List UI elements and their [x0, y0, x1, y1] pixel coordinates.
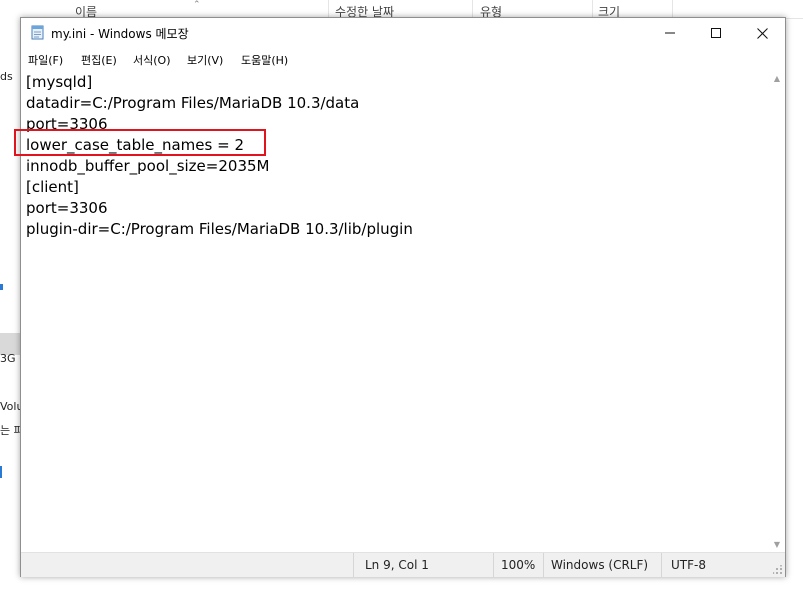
nav-marker	[0, 284, 3, 290]
status-separator	[543, 553, 544, 577]
close-icon	[756, 27, 768, 39]
status-cursor-position: Ln 9, Col 1	[365, 558, 429, 572]
column-separator	[592, 0, 593, 18]
column-separator	[672, 0, 673, 18]
maximize-button[interactable]	[693, 18, 739, 48]
notepad-icon	[31, 25, 44, 40]
status-separator	[493, 553, 494, 577]
text-line: [mysqld]	[26, 73, 93, 91]
window-title: my.ini - Windows 메모장	[51, 27, 189, 41]
text-line: plugin-dir=C:/Program Files/MariaDB 10.3…	[26, 220, 413, 238]
minimize-button[interactable]	[647, 18, 693, 48]
nav-item[interactable]: 3G (F	[0, 352, 20, 365]
text-line: [client]	[26, 178, 79, 196]
minimize-icon	[665, 32, 675, 34]
scroll-down-icon[interactable]: ▼	[769, 536, 785, 552]
nav-item[interactable]: 는 파	[0, 422, 20, 438]
text-line: innodb_buffer_pool_size=2035M	[26, 157, 270, 175]
text-line: port=3306	[26, 199, 108, 217]
menu-view[interactable]: 보기(V)	[187, 52, 223, 68]
navigation-pane: ds 3G (F Volur 는 파	[0, 18, 20, 578]
status-encoding: UTF-8	[671, 558, 706, 572]
notepad-window: my.ini - Windows 메모장 파일(F) 편집(E) 서식(O) 보…	[14, 17, 786, 577]
sort-up-icon: ⌃	[193, 0, 201, 10]
column-separator	[472, 0, 473, 18]
menu-edit[interactable]: 편집(E)	[81, 52, 117, 68]
menu-bar: 파일(F) 편집(E) 서식(O) 보기(V) 도움말(H)	[21, 48, 785, 70]
menu-help[interactable]: 도움말(H)	[241, 52, 288, 68]
nav-item[interactable]: ds	[0, 70, 13, 83]
status-bar: Ln 9, Col 1 100% Windows (CRLF) UTF-8	[21, 552, 785, 577]
column-separator	[328, 0, 329, 18]
highlight-box	[14, 129, 266, 156]
close-button[interactable]	[739, 18, 785, 48]
text-line: datadir=C:/Program Files/MariaDB 10.3/da…	[26, 94, 360, 112]
status-separator	[353, 553, 354, 577]
menu-file[interactable]: 파일(F)	[28, 52, 63, 68]
status-zoom: 100%	[501, 558, 536, 572]
status-line-ending: Windows (CRLF)	[551, 558, 649, 572]
text-editor-area[interactable]: [mysqld] datadir=C:/Program Files/MariaD…	[14, 70, 769, 552]
menu-format[interactable]: 서식(O)	[133, 52, 170, 68]
scroll-up-icon[interactable]: ▲	[769, 70, 785, 86]
resize-grip-icon[interactable]	[773, 565, 783, 575]
vertical-scrollbar[interactable]: ▲ ▼	[769, 70, 785, 552]
status-separator	[661, 553, 662, 577]
title-bar[interactable]: my.ini - Windows 메모장	[21, 18, 785, 48]
maximize-icon	[711, 28, 721, 38]
nav-item[interactable]: Volur	[0, 400, 20, 413]
nav-marker	[0, 466, 2, 478]
